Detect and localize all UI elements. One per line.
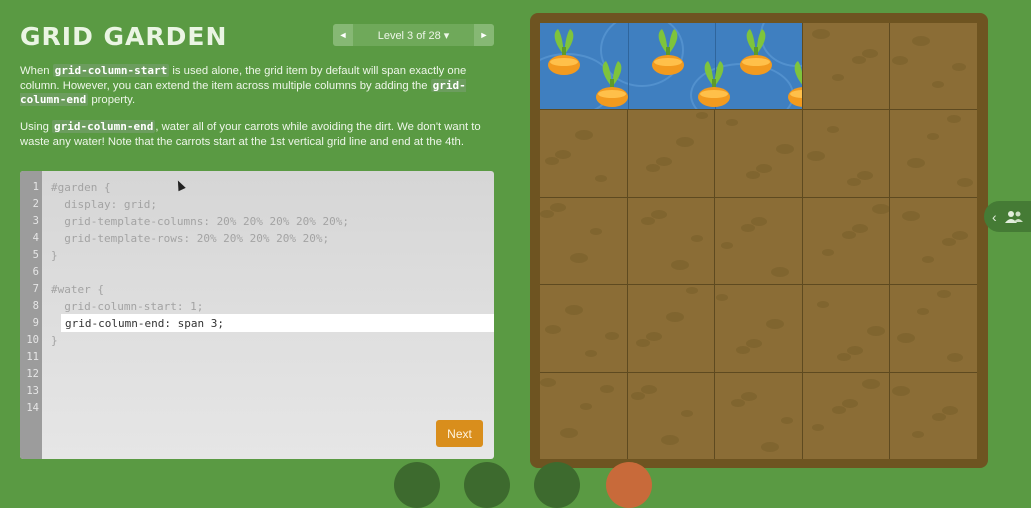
garden-board	[530, 13, 988, 468]
line-number: 4	[32, 232, 39, 244]
instructions-paragraph-1: When grid-column-start is used alone, th…	[20, 64, 467, 106]
side-panel-toggle[interactable]: ‹	[984, 201, 1031, 232]
soil-cell	[715, 285, 802, 372]
soil-cell	[540, 285, 627, 372]
line-number: 8	[32, 300, 39, 312]
soil-cell	[802, 197, 890, 285]
line-number: 7	[32, 283, 39, 295]
soil-cell	[802, 110, 890, 197]
soil-cell	[802, 372, 890, 459]
code-line: grid-template-columns: 20% 20% 20% 20% 2…	[51, 215, 350, 228]
line-number: 13	[26, 385, 39, 397]
code-grid-column-end: grid-column-end	[52, 120, 156, 133]
level-dropdown[interactable]: Level 3 of 28 ▾	[353, 29, 474, 42]
css-editor: 1 2 3 4 5 6 7 8 9 10 11 12 13 14 #garden { display: g…	[20, 171, 494, 459]
bottom-control[interactable]	[534, 462, 580, 508]
code-line: }	[51, 334, 58, 347]
carrot-icon	[592, 57, 632, 109]
line-number: 2	[32, 198, 39, 210]
carrot-icon	[736, 25, 776, 85]
soil-cell	[802, 285, 890, 372]
soil-cell	[890, 285, 977, 372]
carrot-icon	[784, 57, 802, 109]
code-line: grid-column-start: 1;	[51, 300, 204, 313]
code-line: grid-template-rows: 20% 20% 20% 20% 20%;	[51, 232, 330, 245]
code-grid-column-start: grid-column-start	[52, 64, 170, 77]
next-button[interactable]: Next	[436, 420, 483, 447]
line-number: 11	[26, 351, 39, 363]
line-number: 10	[26, 334, 39, 346]
line-number: 6	[32, 266, 39, 278]
soil-cell	[715, 110, 802, 197]
bottom-control[interactable]	[464, 462, 510, 508]
line-number: 9	[32, 317, 39, 329]
css-answer-input[interactable]	[61, 314, 494, 332]
soil-cell	[627, 372, 715, 459]
soil-cell	[715, 372, 802, 459]
water-area	[540, 23, 802, 109]
soil-cell	[627, 285, 715, 372]
line-number: 12	[26, 368, 39, 380]
soil-cell	[715, 197, 802, 285]
soil-cell	[540, 372, 627, 459]
instructions-paragraph-2: Using grid-column-end, water all of your…	[20, 120, 481, 148]
code-line: #water {	[51, 283, 104, 296]
bottom-control[interactable]	[606, 462, 652, 508]
people-icon	[1004, 210, 1023, 223]
soil-cell	[890, 197, 977, 285]
prev-level-button[interactable]: ◄	[333, 24, 353, 46]
line-number: 1	[32, 181, 39, 193]
code-line: #garden {	[51, 181, 111, 194]
bottom-control[interactable]	[394, 462, 440, 508]
line-number: 5	[32, 249, 39, 261]
next-level-button[interactable]: ►	[474, 24, 494, 46]
line-number: 14	[26, 402, 39, 414]
carrot-icon	[694, 57, 734, 109]
soil-cell	[540, 110, 627, 197]
carrot-icon	[648, 25, 688, 85]
game-title: GRID GARDEN	[20, 22, 228, 51]
soil-cell	[890, 110, 977, 197]
code-line: display: grid;	[51, 198, 157, 211]
soil-cell	[627, 110, 715, 197]
soil-cell	[627, 197, 715, 285]
soil-cell	[890, 23, 977, 110]
soil-cell	[802, 23, 890, 110]
line-number: 3	[32, 215, 39, 227]
chevron-left-icon: ‹	[992, 208, 997, 225]
soil-cell	[890, 372, 977, 459]
soil-cell	[540, 197, 627, 285]
code-line: }	[51, 249, 58, 262]
carrot-icon	[544, 25, 584, 85]
level-navigator: ◄ Level 3 of 28 ▾ ►	[333, 24, 494, 46]
